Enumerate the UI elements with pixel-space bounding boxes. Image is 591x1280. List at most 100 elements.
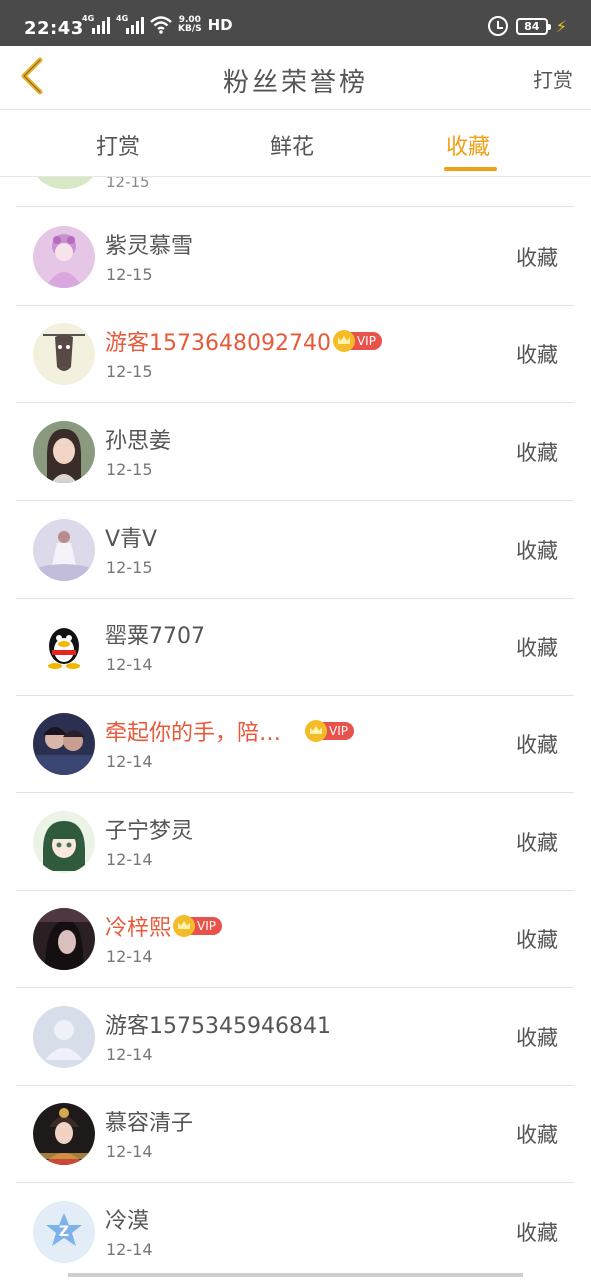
avatar: Z	[33, 1201, 95, 1263]
avatar	[33, 1103, 95, 1165]
list-item[interactable]: 12-15	[16, 177, 574, 207]
list-item[interactable]: 罂粟7707 12-14 收藏	[16, 598, 574, 696]
scroll-indicator	[68, 1273, 523, 1277]
list-item[interactable]: 游客1575345946841 12-14 收藏	[16, 988, 574, 1086]
user-name-text: 罂粟7707	[105, 624, 205, 649]
action-label: 收藏	[516, 1221, 558, 1245]
item-date: 12-15	[106, 460, 153, 479]
network-type-label: 4G	[82, 14, 95, 23]
user-name-text: 子宁梦灵	[105, 819, 194, 844]
avatar	[33, 713, 95, 775]
list-item[interactable]: 慕容清子 12-14 收藏	[16, 1085, 574, 1183]
vip-badge: VIP	[305, 720, 354, 742]
action-label: 收藏	[516, 1026, 558, 1050]
avatar	[33, 323, 95, 385]
crown-icon	[173, 915, 196, 937]
alarm-icon	[487, 16, 508, 36]
item-date: 12-15	[106, 177, 150, 191]
item-date: 12-14	[106, 850, 153, 869]
item-date: 12-14	[106, 1240, 153, 1259]
action-label: 收藏	[516, 733, 558, 757]
status-icons: 4G 4G 9.00 KB/S HD	[82, 14, 233, 34]
action-label: 收藏	[516, 246, 558, 270]
item-date: 12-14	[106, 1142, 153, 1161]
avatar	[33, 421, 95, 483]
list-item[interactable]: 冷梓熙 VIP 12-14 收藏	[16, 890, 574, 988]
avatar	[33, 519, 95, 581]
item-date: 12-15	[106, 265, 153, 284]
user-name: 紫灵慕雪	[105, 228, 193, 260]
user-name: V青V	[105, 521, 157, 553]
hd-indicator: HD	[207, 16, 233, 34]
user-name: 牵起你的手，陪… VIP	[105, 715, 354, 747]
action-label: 收藏	[516, 441, 558, 465]
avatar	[33, 811, 95, 873]
user-name-text: 牵起你的手，陪…	[105, 721, 282, 746]
tab-favorites[interactable]: 收藏	[446, 129, 490, 161]
battery-level: 84	[524, 19, 540, 33]
action-label: 收藏	[516, 343, 558, 367]
signal-icon: 4G	[116, 14, 144, 34]
item-date: 12-14	[106, 655, 153, 674]
item-date: 12-15	[106, 362, 153, 381]
avatar	[33, 616, 95, 678]
user-name: 游客1575345946841	[105, 1008, 331, 1040]
status-time: 22:43	[24, 18, 84, 39]
avatar	[33, 226, 95, 288]
avatar	[34, 177, 96, 189]
action-label: 收藏	[516, 831, 558, 855]
tab-reward[interactable]: 打赏	[96, 129, 140, 161]
user-name-text: 冷漠	[105, 1209, 150, 1234]
action-label: 收藏	[516, 539, 558, 563]
user-name: 子宁梦灵	[105, 813, 193, 845]
list-item[interactable]: Z 冷漠 12-14 收藏	[16, 1183, 574, 1280]
item-date: 12-14	[106, 947, 153, 966]
user-name-text: 孙思姜	[105, 429, 172, 454]
wifi-icon	[150, 16, 172, 34]
user-name-text: 慕容清子	[105, 1111, 194, 1136]
signal-icon: 4G	[82, 14, 110, 34]
user-name: 罂粟7707	[105, 618, 205, 650]
status-right: 84 ⚡	[487, 16, 567, 36]
fan-list[interactable]: 12-15 紫灵慕雪 12-15 收藏 游客1573648092740 VIP …	[0, 177, 591, 1280]
battery-icon: 84	[515, 17, 551, 35]
item-date: 12-14	[106, 1045, 153, 1064]
list-item[interactable]: 牵起你的手，陪… VIP 12-14 收藏	[16, 695, 574, 793]
action-label: 收藏	[516, 1123, 558, 1147]
action-label: 收藏	[516, 928, 558, 952]
action-label: 收藏	[516, 636, 558, 660]
user-name-text: 紫灵慕雪	[105, 234, 194, 259]
item-date: 12-14	[106, 752, 153, 771]
user-name: 慕容清子	[105, 1105, 193, 1137]
user-name-text: 游客1573648092740	[105, 331, 331, 356]
crown-icon	[305, 720, 328, 742]
list-item[interactable]: 紫灵慕雪 12-15 收藏	[16, 208, 574, 306]
network-speed: 9.00 KB/S	[178, 16, 202, 34]
tab-bar: 打赏 鲜花 收藏	[0, 111, 591, 177]
list-item[interactable]: 孙思姜 12-15 收藏	[16, 403, 574, 501]
crown-icon	[332, 330, 355, 352]
tab-flowers[interactable]: 鲜花	[270, 129, 314, 161]
user-name: 孙思姜	[105, 423, 171, 455]
page-title: 粉丝荣誉榜	[222, 68, 368, 98]
tab-active-indicator	[444, 167, 497, 171]
status-bar: 22:43 4G 4G 9.00 KB/S HD 84 ⚡	[0, 0, 591, 46]
app-header: 粉丝荣誉榜 打赏	[0, 46, 591, 110]
user-name: 冷梓熙 VIP	[105, 910, 222, 942]
user-name-text: 冷梓熙	[105, 916, 172, 941]
item-date: 12-15	[106, 558, 153, 577]
svg-text:Z: Z	[59, 1224, 69, 1240]
charging-icon: ⚡	[555, 16, 567, 36]
user-name-text: 游客1575345946841	[105, 1014, 331, 1039]
vip-badge: VIP	[173, 915, 222, 937]
list-item[interactable]: V青V 12-15 收藏	[16, 501, 574, 599]
avatar	[33, 1006, 95, 1068]
user-name-text: V青V	[105, 527, 158, 552]
avatar	[33, 908, 95, 970]
list-item[interactable]: 子宁梦灵 12-14 收藏	[16, 793, 574, 891]
list-item[interactable]: 游客1573648092740 VIP 12-15 收藏	[16, 305, 574, 403]
user-name: 游客1573648092740 VIP	[105, 325, 382, 357]
network-type-label: 4G	[116, 14, 129, 23]
reward-button[interactable]: 打赏	[533, 64, 573, 93]
speed-unit: KB/S	[178, 24, 202, 34]
